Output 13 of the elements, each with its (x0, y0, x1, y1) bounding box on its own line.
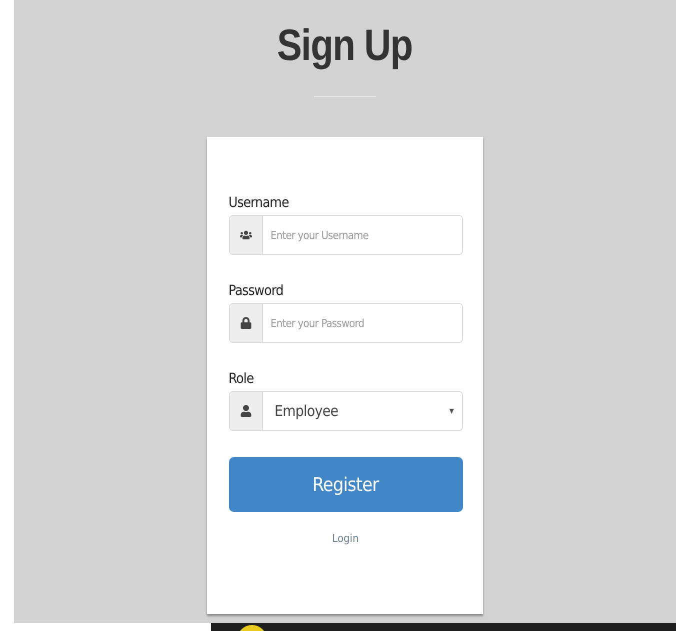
register-button[interactable]: Register (228, 457, 462, 512)
field-label: Role (228, 371, 255, 387)
field-label: Password (228, 283, 284, 299)
user-icon (240, 405, 252, 417)
page-title: Sign Up (277, 20, 413, 72)
users-icon (240, 229, 252, 241)
role-select[interactable]: Employee ▾ (228, 391, 462, 431)
login-link[interactable]: Login (332, 532, 359, 545)
field-label: Username (228, 195, 290, 211)
lock-icon (240, 317, 252, 329)
caret-icon: ▾ (449, 406, 454, 416)
input-field[interactable]: Enter your Username (228, 215, 462, 255)
input-field[interactable]: Enter your Password (228, 303, 462, 343)
